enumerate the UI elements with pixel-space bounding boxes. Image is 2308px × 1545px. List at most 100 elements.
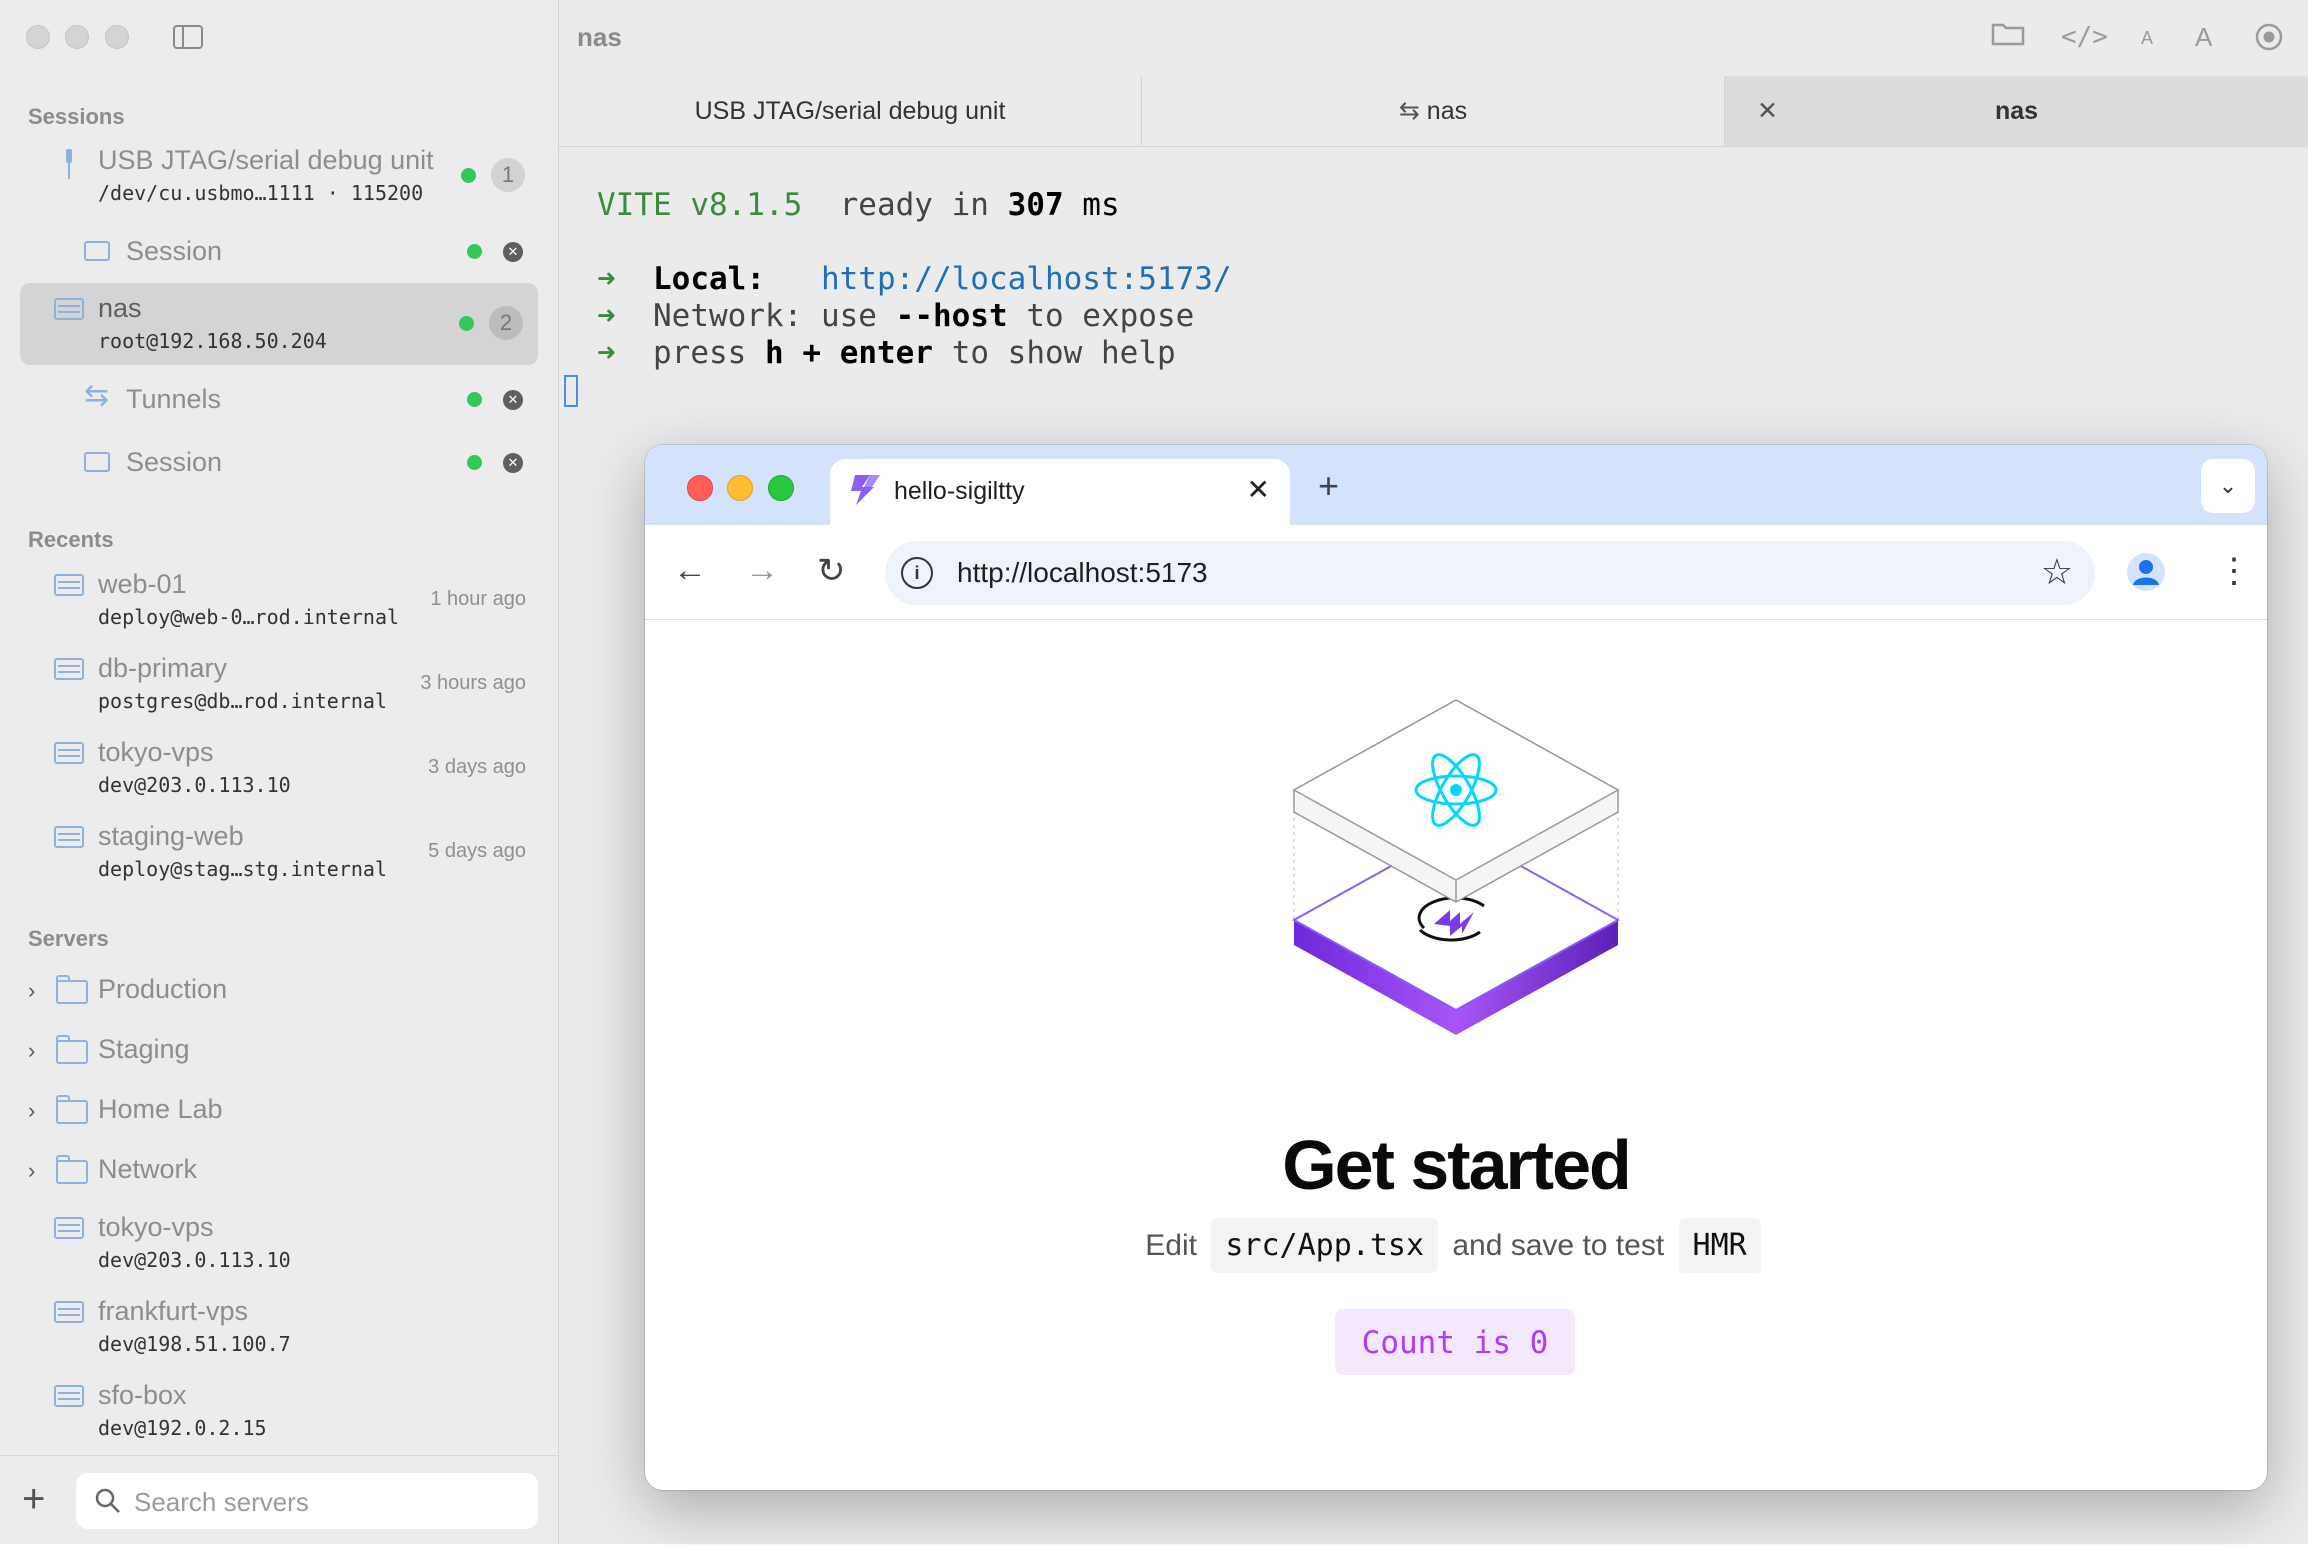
forward-arrow-icon[interactable]: → — [745, 551, 779, 590]
profile-avatar-icon[interactable] — [2127, 553, 2165, 591]
close-session-icon[interactable]: ✕ — [503, 390, 523, 410]
session-name: nas — [98, 293, 142, 323]
close-session-icon[interactable]: ✕ — [503, 242, 523, 262]
recent-detail: dev@203.0.113.10 — [98, 773, 291, 797]
back-arrow-icon[interactable]: ← — [673, 551, 707, 590]
minimize-window-button[interactable] — [65, 25, 89, 49]
session-item-usb[interactable]: USB JTAG/serial debug unit /dev/cu.usbmo… — [0, 143, 558, 209]
search-box[interactable] — [76, 1473, 538, 1531]
browser-tab-strip: hello-sigiltty ✕ + ⌄ — [645, 445, 2267, 525]
close-window-button[interactable] — [26, 25, 50, 49]
zoom-window-button[interactable] — [105, 25, 129, 49]
new-tab-button[interactable]: + — [1318, 465, 1339, 507]
record-icon[interactable] — [2254, 22, 2284, 59]
recent-item[interactable]: staging-web deploy@stag…stg.internal 5 d… — [0, 817, 558, 887]
count-button[interactable]: Count is 0 — [1335, 1309, 1575, 1375]
plus-text: + — [802, 335, 822, 371]
recent-item[interactable]: tokyo-vps dev@203.0.113.10 3 days ago — [0, 733, 558, 803]
folder-name: Home Lab — [98, 1094, 223, 1124]
folder-item-staging[interactable]: › Staging — [0, 1028, 558, 1070]
server-item[interactable]: sfo-box dev@192.0.2.15 — [0, 1376, 558, 1446]
server-item[interactable]: tokyo-vps dev@203.0.113.10 — [0, 1208, 558, 1278]
decrease-font-icon[interactable]: A — [2141, 28, 2153, 49]
tab-label: nas — [1426, 97, 1468, 125]
recent-item[interactable]: web-01 deploy@web-0…rod.internal 1 hour … — [0, 565, 558, 635]
session-count-badge: 1 — [491, 158, 525, 192]
folder-icon[interactable] — [1991, 20, 2025, 53]
network-rest: to expose — [1026, 298, 1195, 334]
server-icon — [54, 1385, 84, 1407]
recent-name: db-primary — [98, 653, 228, 683]
page-heading: Get started — [1282, 1126, 1632, 1204]
increase-font-icon[interactable]: A — [2195, 22, 2212, 53]
search-input[interactable] — [132, 1473, 526, 1531]
session-item-session[interactable]: Session ✕ — [0, 232, 558, 272]
page-content: Get started Edit src/App.tsx and save to… — [645, 620, 2267, 1490]
connected-status-dot — [459, 316, 474, 331]
bookmark-star-icon[interactable]: ☆ — [2041, 551, 2073, 593]
chevron-right-icon[interactable]: › — [28, 1098, 35, 1124]
server-icon — [54, 658, 84, 680]
hmr-code: HMR — [1678, 1218, 1761, 1273]
browser-close-button[interactable] — [687, 475, 713, 501]
ready-text: ready in — [839, 187, 989, 223]
browser-toolbar: ← → ↻ i http://localhost:5173 ☆ ⋮ — [645, 525, 2267, 620]
folder-icon — [56, 1095, 88, 1124]
arrow-icon: ➜ — [597, 335, 616, 371]
server-detail: dev@198.51.100.7 — [98, 1332, 291, 1356]
edit-prefix: Edit — [1145, 1229, 1197, 1262]
reload-icon[interactable]: ↻ — [817, 551, 846, 591]
recent-name: tokyo-vps — [98, 737, 214, 767]
tab-search-menu-button[interactable]: ⌄ — [2201, 459, 2255, 513]
address-url[interactable]: http://localhost:5173 — [957, 557, 1208, 589]
session-detail: /dev/cu.usbmo…1111 · 115200 — [98, 181, 424, 205]
server-icon — [54, 1301, 84, 1323]
folder-name: Production — [98, 974, 228, 1004]
usb-icon — [66, 149, 72, 179]
browser-tab[interactable]: hello-sigiltty ✕ — [830, 459, 1290, 525]
connected-status-dot — [467, 392, 482, 407]
folder-item-home-lab[interactable]: › Home Lab — [0, 1088, 558, 1130]
close-tab-icon[interactable]: ✕ — [1247, 473, 1270, 506]
terminal-session-icon — [84, 241, 110, 261]
chevron-right-icon[interactable]: › — [28, 978, 35, 1004]
close-session-icon[interactable]: ✕ — [503, 453, 523, 473]
tab-usb-jtag[interactable]: USB JTAG/serial debug unit — [559, 76, 1142, 146]
session-item-nas[interactable]: nas root@192.168.50.204 2 — [0, 283, 558, 365]
close-tab-icon[interactable]: ✕ — [1757, 76, 1778, 146]
more-menu-icon[interactable]: ⋮ — [2217, 551, 2251, 591]
session-name: Tunnels — [126, 384, 222, 414]
add-server-button[interactable]: + — [22, 1474, 45, 1524]
code-icon[interactable]: </> — [2061, 22, 2108, 52]
terminal-cursor — [564, 375, 578, 407]
browser-minimize-button[interactable] — [727, 475, 753, 501]
chevron-right-icon[interactable]: › — [28, 1038, 35, 1064]
folder-item-production[interactable]: › Production — [0, 968, 558, 1010]
sessions-section-title: Sessions — [28, 104, 125, 129]
press-text: press — [653, 335, 747, 371]
sidebar-toggle-icon[interactable] — [173, 25, 203, 49]
vite-version: VITE v8.1.5 — [597, 187, 803, 223]
tunnel-arrows-icon: ⇆ — [84, 379, 110, 412]
server-item[interactable]: frankfurt-vps dev@198.51.100.7 — [0, 1292, 558, 1362]
server-icon — [54, 1217, 84, 1239]
server-name: tokyo-vps — [98, 1212, 214, 1242]
recent-item[interactable]: db-primary postgres@db…rod.internal 3 ho… — [0, 649, 558, 719]
session-name: Session — [126, 236, 223, 266]
key-enter: enter — [839, 335, 934, 371]
site-info-icon[interactable]: i — [901, 557, 933, 589]
session-item-tunnels[interactable]: ⇆ Tunnels ✕ — [0, 379, 558, 420]
connected-status-dot — [467, 455, 482, 470]
local-url-link[interactable]: http://localhost:5173/ — [821, 261, 1232, 297]
search-icon — [95, 1488, 120, 1513]
folder-item-network[interactable]: › Network — [0, 1148, 558, 1190]
tab-nas-active[interactable]: ✕ nas — [1725, 76, 2308, 146]
tab-nas[interactable]: ⇆ nas — [1142, 76, 1725, 146]
network-use: use — [820, 298, 877, 334]
server-icon — [54, 826, 84, 848]
session-item-session[interactable]: Session ✕ — [0, 443, 558, 483]
browser-zoom-button[interactable] — [768, 475, 794, 501]
chevron-right-icon[interactable]: › — [28, 1158, 35, 1184]
address-bar[interactable]: i http://localhost:5173 ☆ — [885, 541, 2095, 605]
server-icon — [54, 298, 84, 320]
